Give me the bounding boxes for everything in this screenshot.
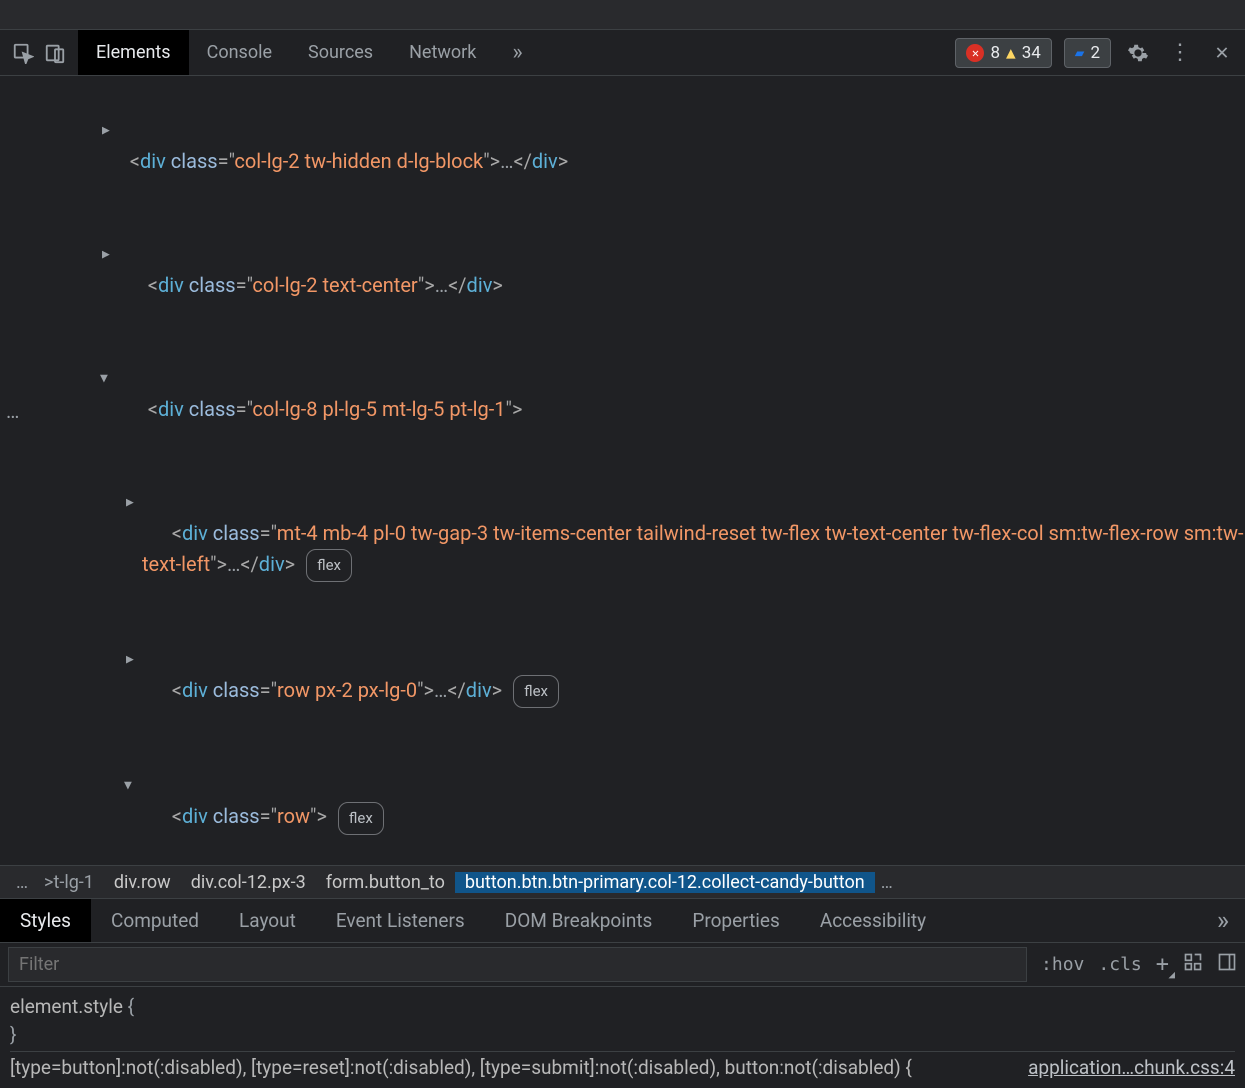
top-browser-strip <box>0 0 1245 30</box>
computed-styles-sidebar-icon[interactable] <box>1217 952 1237 977</box>
flex-badge[interactable]: flex <box>338 802 384 835</box>
breadcrumb-item[interactable]: div.row <box>104 872 181 893</box>
dom-node[interactable]: ▶ <div class="col-lg-2 text-center">…</d… <box>0 208 1245 332</box>
toggle-hov[interactable]: :hov <box>1041 954 1084 975</box>
styles-tab-layout[interactable]: Layout <box>219 899 316 942</box>
styles-filter-input[interactable] <box>8 947 1027 982</box>
styles-tab-computed[interactable]: Computed <box>91 899 219 942</box>
styles-content[interactable]: element.style { } application…chunk.css:… <box>0 987 1245 1088</box>
errors-warnings-badge[interactable]: ✕ 8 ▲ 34 <box>955 38 1051 68</box>
breadcrumb-ellipsis-left[interactable]: … <box>10 872 34 893</box>
inspect-element-icon[interactable] <box>8 38 38 68</box>
kebab-menu-icon[interactable]: ⋮ <box>1165 38 1195 68</box>
styles-tab-event-listeners[interactable]: Event Listeners <box>316 899 485 942</box>
dom-node[interactable]: ▶ <div class="col-lg-2 tw-hidden d-lg-bl… <box>0 84 1245 208</box>
styles-tab-accessibility[interactable]: Accessibility <box>800 899 946 942</box>
dom-node[interactable]: ▶ <div class="row px-2 px-lg-0">…</div> … <box>0 613 1245 739</box>
css-source-link[interactable]: application…chunk.css:4 <box>1028 1054 1235 1082</box>
styles-filter-row: :hov .cls +◢ <box>0 943 1245 987</box>
tab-network[interactable]: Network <box>391 30 494 75</box>
css-rule-selector: [type=button]:not(:disabled), [type=rese… <box>10 1056 912 1079</box>
tab-console[interactable]: Console <box>189 30 290 75</box>
flex-badge[interactable]: flex <box>513 675 559 708</box>
tab-elements[interactable]: Elements <box>78 30 189 75</box>
warning-count: 34 <box>1022 43 1041 63</box>
toggle-cls[interactable]: .cls <box>1098 954 1141 975</box>
dom-node[interactable]: ▶ <div class="mt-4 mb-4 pl-0 tw-gap-3 tw… <box>0 456 1245 613</box>
issues-count: 2 <box>1090 43 1100 63</box>
new-style-rule-icon[interactable]: +◢ <box>1156 952 1169 977</box>
error-count: 8 <box>990 43 1000 63</box>
dom-node[interactable]: ▼ <div class="col-lg-8 pl-lg-5 mt-lg-5 p… <box>0 332 1245 456</box>
issues-icon: ▰ <box>1075 43 1085 62</box>
device-toggle-icon[interactable] <box>40 38 70 68</box>
breadcrumb-item-selected[interactable]: button.btn.btn-primary.col-12.collect-ca… <box>455 872 875 893</box>
breadcrumb-bar: … >t-lg-1 div.row div.col-12.px-3 form.b… <box>0 865 1245 899</box>
styles-tab-properties[interactable]: Properties <box>672 899 799 942</box>
dom-node[interactable]: ▼ <div class="row"> flex <box>0 739 1245 865</box>
breadcrumb-item[interactable]: >t-lg-1 <box>34 872 104 893</box>
settings-gear-icon[interactable] <box>1123 38 1153 68</box>
flex-badge[interactable]: flex <box>306 549 352 582</box>
styles-subpanel-tabs: Styles Computed Layout Event Listeners D… <box>0 899 1245 943</box>
breadcrumb-ellipsis-right[interactable]: … <box>875 872 899 893</box>
styles-tab-more-icon[interactable]: » <box>1201 906 1245 936</box>
close-devtools-icon[interactable]: ✕ <box>1207 38 1237 68</box>
elements-tree[interactable]: … ▶ <div class="col-lg-2 tw-hidden d-lg-… <box>0 76 1245 865</box>
styles-tab-styles[interactable]: Styles <box>0 899 91 942</box>
warning-icon: ▲ <box>1006 43 1016 62</box>
error-icon: ✕ <box>966 44 984 62</box>
styles-tab-dom-breakpoints[interactable]: DOM Breakpoints <box>485 899 673 942</box>
devtools-toolbar: Elements Console Sources Network » ✕ 8 ▲… <box>0 30 1245 76</box>
tab-more-chevron-icon[interactable]: » <box>494 30 540 75</box>
tab-sources[interactable]: Sources <box>290 30 391 75</box>
breadcrumb-item[interactable]: form.button_to <box>316 872 455 893</box>
breadcrumb-item[interactable]: div.col-12.px-3 <box>181 872 316 893</box>
panel-tabs: Elements Console Sources Network » <box>78 30 541 75</box>
styles-overview-icon[interactable] <box>1183 952 1203 977</box>
issues-badge[interactable]: ▰ 2 <box>1064 38 1111 68</box>
